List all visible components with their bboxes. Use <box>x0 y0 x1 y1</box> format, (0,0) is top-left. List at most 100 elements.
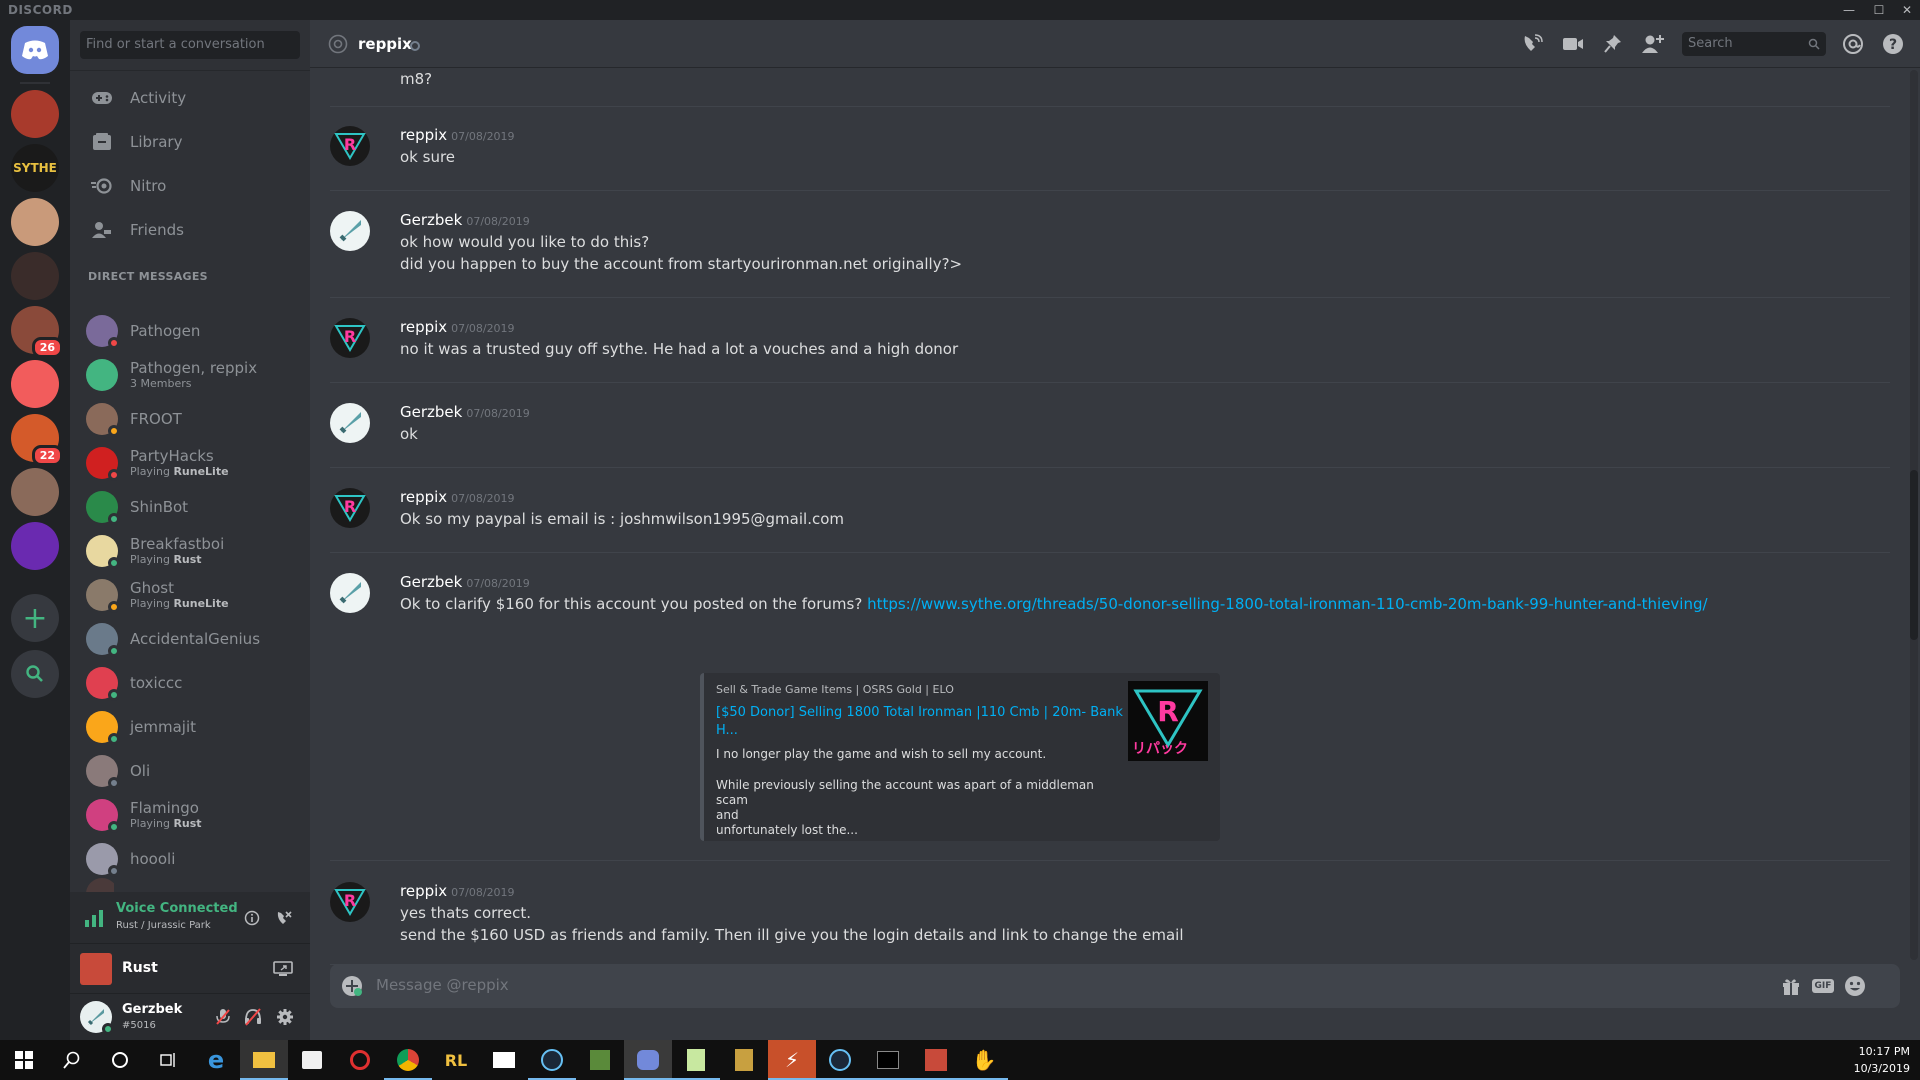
connection-info-button[interactable] <box>242 908 262 928</box>
embed-title[interactable]: [$50 Donor] Selling 1800 Total Ironman |… <box>716 704 1152 740</box>
message-divider <box>330 382 1890 383</box>
go-live-button[interactable] <box>272 959 294 979</box>
home-button[interactable] <box>11 26 59 74</box>
gif-picker-button[interactable]: GIF <box>1810 976 1836 996</box>
mute-button[interactable] <box>212 1006 234 1028</box>
nav-activity[interactable]: Activity <box>78 78 302 118</box>
emoji-picker-button[interactable] <box>1842 974 1868 998</box>
reppix-avatar[interactable]: R <box>330 318 370 358</box>
message-author[interactable]: Gerzbek <box>400 403 462 421</box>
server-icon-4[interactable] <box>11 252 59 300</box>
help-button[interactable]: ? <box>1880 32 1906 56</box>
taskbar-steam[interactable] <box>528 1040 576 1080</box>
server-icon-sythe[interactable]: SYTHE <box>11 144 59 192</box>
send-gift-button[interactable] <box>1778 974 1804 998</box>
add-friends-to-dm-button[interactable] <box>1640 32 1666 56</box>
add-server-button[interactable]: + <box>11 594 59 642</box>
dm-item[interactable]: PartyHacks Playing RuneLite <box>78 442 302 484</box>
taskbar-notepad[interactable] <box>672 1040 720 1080</box>
start-video-call-button[interactable] <box>1560 32 1586 56</box>
taskbar-terminal[interactable] <box>864 1040 912 1080</box>
taskbar-search-button[interactable] <box>48 1040 96 1080</box>
taskbar-chrome[interactable] <box>384 1040 432 1080</box>
server-icon-3[interactable] <box>11 198 59 246</box>
dm-item[interactable]: Pathogen, reppix 3 Members <box>78 354 302 396</box>
maximize-button[interactable]: ☐ <box>1866 0 1892 20</box>
taskbar-league[interactable] <box>720 1040 768 1080</box>
dm-item[interactable]: AccidentalGenius <box>78 618 302 660</box>
minimize-button[interactable]: — <box>1836 0 1862 20</box>
server-icon-6[interactable] <box>11 360 59 408</box>
gerzbek-avatar[interactable] <box>330 211 370 251</box>
dm-item[interactable]: Pathogen <box>78 310 302 352</box>
pinned-messages-button[interactable] <box>1600 32 1626 56</box>
reppix-avatar[interactable]: R <box>330 488 370 528</box>
taskbar-discord[interactable] <box>624 1040 672 1080</box>
disconnect-button[interactable] <box>274 908 294 928</box>
deafen-button[interactable] <box>242 1006 264 1028</box>
dm-item[interactable]: FROOT <box>78 398 302 440</box>
message-author[interactable]: reppix <box>400 126 447 144</box>
cortana-button[interactable] <box>96 1040 144 1080</box>
taskbar-edge[interactable]: e <box>192 1040 240 1080</box>
system-clock[interactable]: 10:17 PM 10/3/2019 <box>1854 1043 1910 1077</box>
message-author[interactable]: reppix <box>400 882 447 900</box>
embed-title-line[interactable]: [$50 Donor] Selling 1800 Total Ironman |… <box>716 704 1152 722</box>
start-button[interactable] <box>0 1040 48 1080</box>
voice-channel[interactable]: Rust / Jurassic Park <box>116 920 211 931</box>
message-author[interactable]: Gerzbek <box>400 573 462 591</box>
dm-item[interactable]: Flamingo Playing Rust <box>78 794 302 836</box>
message-scrollbar-thumb[interactable] <box>1910 470 1918 640</box>
embed-thumbnail[interactable]: R リパック <box>1128 681 1208 761</box>
taskbar-flash-app[interactable]: ⚡ <box>768 1040 816 1080</box>
message-input[interactable]: Message @reppix <box>376 976 509 994</box>
nav-nitro[interactable]: Nitro <box>78 166 302 206</box>
mentions-button[interactable] <box>1840 32 1866 56</box>
taskbar-mail[interactable] <box>480 1040 528 1080</box>
message-link[interactable]: https://www.sythe.org/threads/50-donor-s… <box>867 595 1708 613</box>
dm-item[interactable]: toxiccc <box>78 662 302 704</box>
gerzbek-avatar[interactable] <box>330 573 370 613</box>
dm-item[interactable]: Ghost Playing RuneLite <box>78 574 302 616</box>
nitro-icon <box>90 174 114 198</box>
taskbar-minecraft[interactable] <box>576 1040 624 1080</box>
task-view-button[interactable] <box>144 1040 192 1080</box>
upload-button[interactable] <box>340 974 364 998</box>
explore-servers-button[interactable] <box>11 650 59 698</box>
nav-friends[interactable]: Friends <box>78 210 302 250</box>
cortana-icon <box>112 1052 128 1068</box>
at-sign-icon <box>1843 34 1863 54</box>
message-search-input[interactable]: Search <box>1682 32 1826 56</box>
message-author[interactable]: Gerzbek <box>400 211 462 229</box>
taskbar-runelite[interactable]: RL <box>432 1040 480 1080</box>
taskbar-app-red[interactable] <box>336 1040 384 1080</box>
message-author[interactable]: reppix <box>400 488 447 506</box>
taskbar-rust[interactable] <box>912 1040 960 1080</box>
server-icon-7[interactable]: 22 <box>11 414 63 466</box>
server-icon-8[interactable] <box>11 468 59 516</box>
reppix-avatar[interactable]: R <box>330 126 370 166</box>
dm-item[interactable]: ShinBot <box>78 486 302 528</box>
voice-status[interactable]: Voice Connected <box>116 901 238 916</box>
dm-item[interactable]: Breakfastboi Playing Rust <box>78 530 302 572</box>
user-settings-button[interactable] <box>274 1006 296 1028</box>
taskbar-store[interactable] <box>288 1040 336 1080</box>
message-author[interactable]: reppix <box>400 318 447 336</box>
reppix-avatar[interactable]: R <box>330 882 370 922</box>
start-voice-call-button[interactable] <box>1520 32 1546 56</box>
find-conversation-input[interactable]: Find or start a conversation <box>80 31 300 59</box>
server-icon-1[interactable] <box>11 90 59 138</box>
server-icon-5[interactable]: 26 <box>11 306 63 358</box>
server-icon-9[interactable] <box>11 522 59 570</box>
taskbar-app-hand[interactable]: ✋ <box>960 1040 1008 1080</box>
taskbar-steam-2[interactable] <box>816 1040 864 1080</box>
user-avatar[interactable] <box>80 1001 114 1035</box>
dm-item[interactable]: Oli <box>78 750 302 792</box>
taskbar-file-explorer[interactable] <box>240 1040 288 1080</box>
embed-title-line[interactable]: H... <box>716 722 1152 740</box>
dm-item[interactable]: jemmajit <box>78 706 302 748</box>
nav-library[interactable]: Library <box>78 122 302 162</box>
close-button[interactable]: ✕ <box>1894 0 1920 20</box>
gerzbek-avatar[interactable] <box>330 403 370 443</box>
dm-item[interactable]: hoooli <box>78 838 302 880</box>
